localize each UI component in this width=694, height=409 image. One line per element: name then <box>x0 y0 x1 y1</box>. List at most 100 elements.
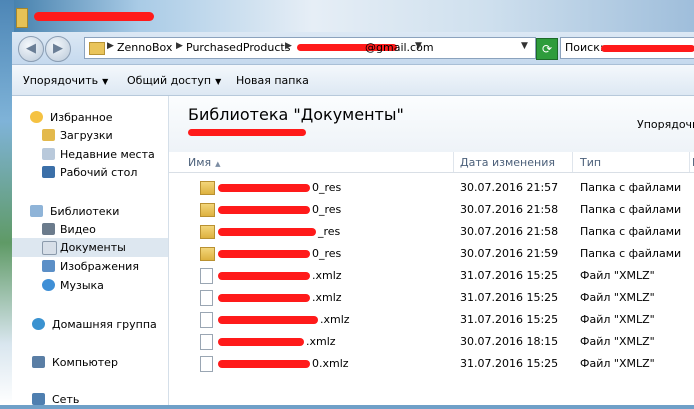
column-headers: Имя▲ Дата изменения Тип Р <box>169 152 694 173</box>
file-name-suffix: .xmlz <box>306 335 336 348</box>
arrange-by-button[interactable]: Упорядочить <box>637 118 694 131</box>
breadcrumb-purchased-products[interactable]: PurchasedProducts <box>186 41 290 54</box>
sidebar-item-computer[interactable]: Компьютер <box>12 353 168 372</box>
file-date: 31.07.2016 15:25 <box>460 269 559 282</box>
sidebar-item-network[interactable]: Сеть <box>12 390 168 409</box>
chevron-right-icon[interactable]: ▶ <box>285 41 292 51</box>
column-divider[interactable] <box>689 152 690 172</box>
file-name: .xmlz <box>218 291 342 304</box>
file-type: Файл "XMLZ" <box>580 335 655 348</box>
file-date: 31.07.2016 15:25 <box>460 313 559 326</box>
sidebar-item-label: Домашняя группа <box>52 318 157 331</box>
file-type: Папка с файлами <box>580 181 682 194</box>
sidebar-item-label: Документы <box>60 241 126 254</box>
file-row[interactable]: .xmlz 30.07.2016 18:15 Файл "XMLZ" <box>169 331 694 353</box>
redacted-name <box>218 294 310 302</box>
sidebar-item-libraries[interactable]: Библиотеки <box>12 202 168 221</box>
sidebar-item-images[interactable]: Изображения <box>12 257 168 276</box>
sidebar-item-recent[interactable]: Недавние места <box>12 145 168 164</box>
column-name[interactable]: Имя ▲ <box>188 156 221 169</box>
file-name-suffix: .xmlz <box>312 291 342 304</box>
file-row[interactable]: 0.xmlz 31.07.2016 15:25 Файл "XMLZ" <box>169 353 694 375</box>
sidebar-item-music[interactable]: Музыка <box>12 276 168 295</box>
file-type: Папка с файлами <box>580 225 682 238</box>
file-row[interactable]: 0_res 30.07.2016 21:58 Папка с файлами <box>169 199 694 221</box>
folder-icon <box>16 8 28 28</box>
title-bar[interactable] <box>12 0 694 32</box>
documents-icon <box>42 241 57 255</box>
sidebar-item-favorites[interactable]: Избранное <box>12 108 168 127</box>
new-folder-button[interactable]: Новая папка <box>236 74 309 87</box>
folder-icon <box>89 42 105 55</box>
chevron-down-icon[interactable]: ▼ <box>521 41 528 51</box>
file-row[interactable]: .xmlz 31.07.2016 15:25 Файл "XMLZ" <box>169 287 694 309</box>
column-divider[interactable] <box>453 152 454 172</box>
back-button[interactable]: ◀ <box>18 36 44 62</box>
sidebar-item-downloads[interactable]: Загрузки <box>12 126 168 145</box>
sidebar-item-label: Библиотеки <box>50 205 120 218</box>
sidebar-item-label: Рабочий стол <box>60 166 138 179</box>
file-name: 0_res <box>218 203 341 216</box>
chevron-right-icon[interactable]: ▶ <box>176 41 183 51</box>
folder-icon <box>200 181 215 195</box>
file-name: .xmlz <box>218 335 336 348</box>
address-bar[interactable]: ▶ ZennoBox ▶ PurchasedProducts ▶ @gmail.… <box>84 37 536 59</box>
forward-button[interactable]: ▶ <box>45 36 71 62</box>
sidebar-item-video[interactable]: Видео <box>12 220 168 239</box>
sidebar-item-label: Недавние места <box>60 148 155 161</box>
share-button[interactable]: Общий доступ ▼ <box>127 74 221 87</box>
file-row[interactable]: .xmlz 31.07.2016 15:25 Файл "XMLZ" <box>169 265 694 287</box>
redacted-name <box>218 250 310 258</box>
file-name: .xmlz <box>218 313 350 326</box>
recent-places-icon <box>42 148 55 160</box>
file-name-suffix: 0_res <box>312 181 342 194</box>
column-date[interactable]: Дата изменения <box>460 156 555 169</box>
search-input[interactable]: Поиск: <box>560 37 694 59</box>
file-row[interactable]: _res 30.07.2016 21:58 Папка с файлами <box>169 221 694 243</box>
refresh-button[interactable]: ⟳ <box>536 38 558 60</box>
file-date: 31.07.2016 15:25 <box>460 291 559 304</box>
file-icon <box>200 268 213 284</box>
file-date: 30.07.2016 21:58 <box>460 203 559 216</box>
breadcrumb-account[interactable]: @gmail.com <box>365 41 434 54</box>
chevron-down-icon[interactable]: ▼ <box>415 41 422 51</box>
chevron-down-icon: ▼ <box>102 77 109 86</box>
file-row[interactable]: 0_res 30.07.2016 21:57 Папка с файлами <box>169 177 694 199</box>
file-name-suffix: .xmlz <box>320 313 350 326</box>
organize-button[interactable]: Упорядочить ▼ <box>23 74 108 87</box>
file-type: Файл "XMLZ" <box>580 357 655 370</box>
file-row[interactable]: 0_res 30.07.2016 21:59 Папка с файлами <box>169 243 694 265</box>
file-name-suffix: _res <box>318 225 341 238</box>
sidebar-item-homegroup[interactable]: Домашняя группа <box>12 315 168 334</box>
folder-icon <box>200 225 215 239</box>
music-icon <box>42 279 55 291</box>
file-row[interactable]: .xmlz 31.07.2016 15:25 Файл "XMLZ" <box>169 309 694 331</box>
file-icon <box>200 312 213 328</box>
breadcrumb-zennobox[interactable]: ZennoBox <box>117 41 172 54</box>
sidebar-item-desktop[interactable]: Рабочий стол <box>12 163 168 182</box>
file-name: 0.xmlz <box>218 357 349 370</box>
redacted-name <box>218 316 318 324</box>
chevron-down-icon: ▼ <box>215 77 222 86</box>
file-date: 30.07.2016 21:58 <box>460 225 559 238</box>
file-name-suffix: .xmlz <box>312 269 342 282</box>
images-icon <box>42 260 55 272</box>
computer-icon <box>32 356 45 368</box>
sidebar-item-documents[interactable]: Документы <box>12 238 168 257</box>
library-header: Библиотека "Документы" Упорядочить <box>169 96 694 153</box>
command-bar: Упорядочить ▼ Общий доступ ▼ Новая папка <box>12 65 694 96</box>
folder-icon <box>200 203 215 217</box>
star-icon <box>30 111 43 123</box>
redacted-name <box>218 184 310 192</box>
column-type[interactable]: Тип <box>580 156 601 169</box>
redacted-title <box>34 12 154 21</box>
chevron-right-icon[interactable]: ▶ <box>107 41 114 51</box>
column-divider[interactable] <box>572 152 573 172</box>
file-name: .xmlz <box>218 269 342 282</box>
sidebar-item-label: Изображения <box>60 260 139 273</box>
sidebar-item-label: Музыка <box>60 279 104 292</box>
download-folder-icon <box>42 129 55 141</box>
file-icon <box>200 290 213 306</box>
file-name-suffix: 0.xmlz <box>312 357 349 370</box>
sidebar-item-label: Видео <box>60 223 96 236</box>
